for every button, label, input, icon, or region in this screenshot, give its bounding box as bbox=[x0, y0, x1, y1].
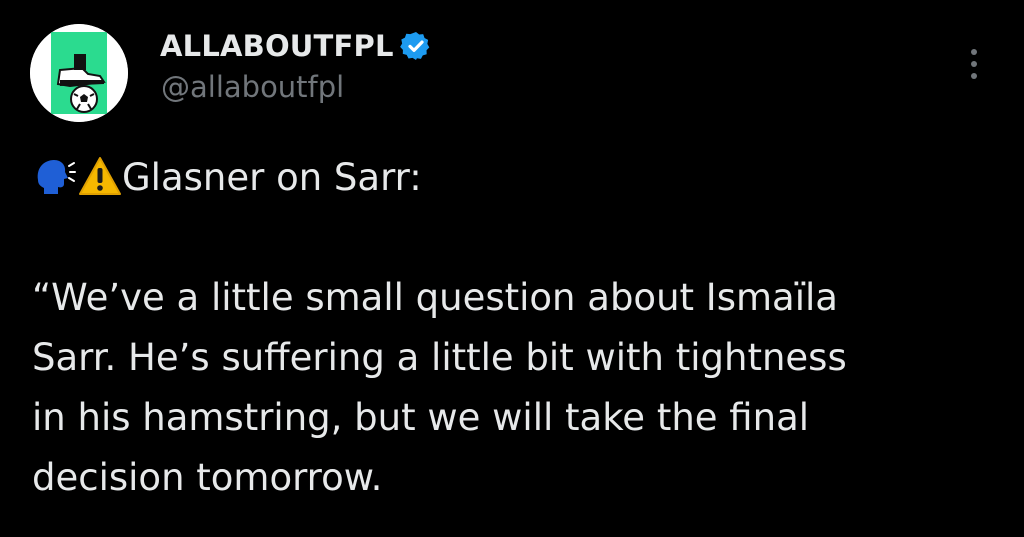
avatar-logo-icon bbox=[30, 24, 128, 122]
quote-line: “We’ve a little small question about Ism… bbox=[32, 276, 838, 319]
quote-line: in his hamstring, but we will take the f… bbox=[32, 396, 810, 439]
warning-icon bbox=[79, 157, 121, 195]
tweet-card: ALLABOUTFPL @allaboutfpl Glasner on Sarr… bbox=[0, 0, 1024, 537]
author-handle[interactable]: @allaboutfpl bbox=[161, 70, 344, 104]
display-name[interactable]: ALLABOUTFPL bbox=[160, 29, 394, 63]
more-vertical-icon[interactable] bbox=[964, 46, 984, 82]
author-name-row: ALLABOUTFPL bbox=[160, 28, 432, 64]
speaking-head-icon bbox=[37, 160, 76, 194]
tweet-headline-line: Glasner on Sarr: bbox=[32, 148, 992, 208]
verified-badge-icon[interactable] bbox=[399, 30, 432, 62]
tweet-headline: Glasner on Sarr: bbox=[122, 156, 422, 199]
avatar[interactable] bbox=[30, 24, 128, 122]
quote-line: decision tomorrow. bbox=[32, 456, 383, 499]
quote-line: Sarr. He’s suffering a little bit with t… bbox=[32, 336, 847, 379]
tweet-text: Glasner on Sarr: “We’ve a little small q… bbox=[32, 148, 992, 508]
